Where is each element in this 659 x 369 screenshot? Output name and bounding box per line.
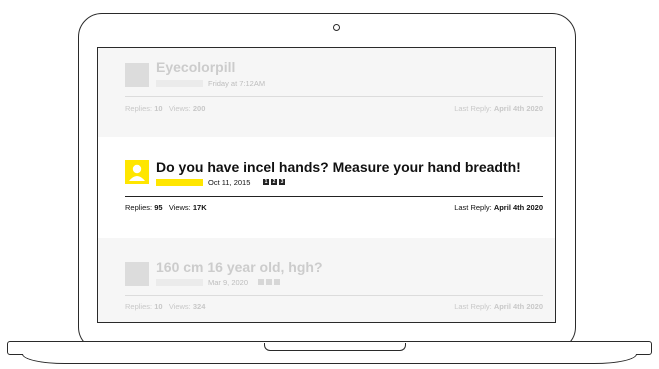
thread-card[interactable]: 160 cm 16 year old, hgh? Mar 9, 2020 Rep… (98, 238, 555, 322)
divider (125, 196, 543, 197)
thread-stats: Replies: 95 Views: 17K (125, 203, 207, 212)
divider (125, 295, 543, 296)
username-placeholder (156, 279, 203, 286)
replies-count: 10 (154, 104, 163, 113)
page-links (258, 279, 280, 285)
thread-card[interactable]: Do you have incel hands? Measure your ha… (98, 137, 555, 238)
views-label: Views: (168, 203, 191, 212)
last-reply-date: April 4th 2020 (493, 302, 543, 311)
user-icon (129, 164, 145, 181)
last-reply-label: Last Reply: (454, 104, 492, 113)
username-placeholder (156, 80, 203, 87)
replies-count: 10 (154, 302, 163, 311)
views-count: 17K (192, 203, 207, 212)
page-links: 1 2 3 (263, 179, 285, 185)
thread-date: Friday at 7:12AM (208, 79, 266, 88)
username-placeholder (156, 179, 203, 186)
thread-date: Oct 11, 2015 (208, 178, 251, 187)
laptop-trackpad-notch (264, 343, 406, 351)
thread-title[interactable]: 160 cm 16 year old, hgh? (156, 259, 323, 275)
views-count: 200 (192, 104, 206, 113)
replies-count: 95 (154, 203, 163, 212)
last-reply: Last Reply: April 4th 2020 (454, 104, 543, 113)
last-reply: Last Reply: April 4th 2020 (454, 203, 543, 212)
views-label: Views: (168, 104, 191, 113)
webcam-icon (333, 24, 340, 31)
avatar (125, 160, 149, 184)
last-reply-label: Last Reply: (454, 203, 492, 212)
replies-label: Replies: (125, 203, 153, 212)
avatar (125, 63, 149, 87)
divider (125, 96, 543, 97)
replies-label: Replies: (125, 104, 153, 113)
views-count: 324 (192, 302, 206, 311)
page-link[interactable]: 2 (271, 179, 277, 185)
last-reply-label: Last Reply: (454, 302, 492, 311)
laptop-screen: Eyecolorpill Friday at 7:12AM Replies: 1… (97, 47, 556, 323)
avatar (125, 262, 149, 286)
thread-card[interactable]: Eyecolorpill Friday at 7:12AM Replies: 1… (98, 48, 555, 137)
last-reply-date: April 4th 2020 (493, 104, 543, 113)
last-reply-date: April 4th 2020 (493, 203, 543, 212)
page-link[interactable]: 3 (279, 179, 285, 185)
page-link[interactable] (266, 279, 272, 285)
page-link[interactable] (274, 279, 280, 285)
thread-date: Mar 9, 2020 (208, 278, 249, 287)
thread-title[interactable]: Eyecolorpill (156, 59, 235, 75)
replies-label: Replies: (125, 302, 153, 311)
thread-stats: Replies: 10 Views: 200 (125, 104, 205, 113)
laptop-base-edge (22, 354, 637, 364)
last-reply: Last Reply: April 4th 2020 (454, 302, 543, 311)
page-link[interactable] (258, 279, 264, 285)
thread-title[interactable]: Do you have incel hands? Measure your ha… (156, 159, 521, 175)
page-link[interactable]: 1 (263, 179, 269, 185)
thread-stats: Replies: 10 Views: 324 (125, 302, 205, 311)
views-label: Views: (168, 302, 191, 311)
